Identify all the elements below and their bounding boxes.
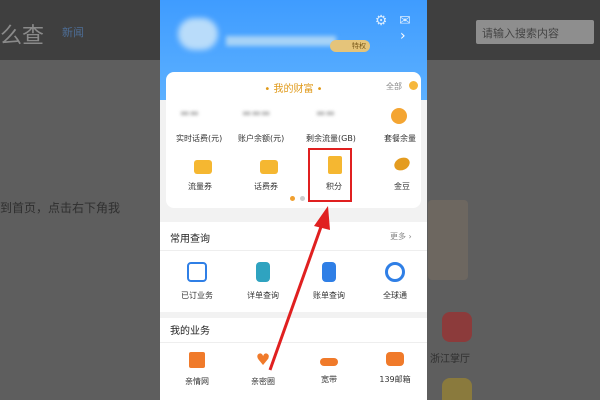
router-icon (320, 358, 338, 366)
heart-icon: ♥ (255, 350, 271, 369)
ticket-icon[interactable] (194, 160, 212, 174)
query-item-global[interactable]: 全球通 (362, 262, 427, 301)
background-app-label: 浙江掌厅 (430, 354, 470, 365)
stat-value-blurred: ▬▬ (316, 108, 335, 119)
stat-label[interactable]: 剩余流量(GB) (306, 133, 356, 144)
query-item-subscribed[interactable]: 已订业务 (164, 262, 230, 301)
my-business-section: 我的业务 亲情网 ♥ 亲密圈 宽带 139邮箱 (160, 318, 427, 400)
details-icon (256, 262, 270, 282)
phone-screen: 特权 ⚙ ✉ › • 我的财富 • 全部 ▬▬ ▬▬▬ ▬▬ 实时话费(元) 账… (160, 0, 427, 400)
query-item-details[interactable]: 详单查询 (230, 262, 296, 301)
query-item-label: 详单查询 (247, 291, 279, 300)
settings-icon[interactable]: ⚙ (372, 12, 390, 30)
business-item-label: 139邮箱 (379, 375, 411, 384)
query-item-label: 账单查询 (313, 291, 345, 300)
stat-value-blurred: ▬▬ (180, 108, 199, 119)
bean-icon[interactable] (392, 155, 412, 173)
business-item-broadband[interactable]: 宽带 (296, 352, 362, 385)
ticket-icon[interactable] (260, 160, 278, 174)
section-title: 常用查询 (170, 234, 210, 245)
business-item-label: 亲密圈 (251, 377, 275, 386)
background-title: 么查 (0, 24, 45, 49)
wealth-card: • 我的财富 • 全部 ▬▬ ▬▬▬ ▬▬ 实时话费(元) 账户余额(元) 剩余… (166, 72, 421, 208)
background-text: 到首页，点击右下角我 (0, 201, 121, 215)
pager-dot (300, 196, 305, 201)
background-app-icon (442, 312, 472, 342)
background-card (428, 200, 468, 280)
more-link[interactable]: 更多 › (390, 231, 412, 242)
divider (160, 342, 427, 343)
background-app-icon-2 (442, 378, 472, 400)
business-item-label: 宽带 (321, 375, 337, 384)
background-subtitle: 新闻 (62, 26, 84, 39)
stat-value-blurred: ▬▬▬ (242, 108, 271, 119)
subscribed-icon (187, 262, 207, 282)
wealth-all-link[interactable]: 全部 (386, 81, 402, 92)
section-title: 我的业务 (170, 326, 210, 337)
business-item-label: 亲情网 (185, 377, 209, 386)
package-icon[interactable] (391, 108, 407, 124)
query-item-label: 全球通 (383, 291, 407, 300)
common-query-section: 常用查询 更多 › 已订业务 详单查询 账单查询 全球通 (160, 222, 427, 312)
query-item-bill[interactable]: 账单查询 (296, 262, 362, 301)
mail-icon (386, 352, 404, 366)
user-name-blurred (226, 36, 336, 46)
pager-dot-active (290, 196, 295, 201)
highlight-box (308, 148, 352, 202)
chevron-right-icon[interactable]: › (400, 28, 406, 44)
stat-label[interactable]: 账户余额(元) (238, 133, 284, 144)
home-icon (189, 352, 205, 368)
wealth-item-label[interactable]: 话费券 (254, 181, 278, 192)
stat-label[interactable]: 套餐余量 (384, 133, 416, 144)
divider (160, 250, 427, 251)
stat-label[interactable]: 实时话费(元) (176, 133, 222, 144)
business-item-circle[interactable]: ♥ 亲密圈 (230, 352, 296, 387)
business-item-mail[interactable]: 139邮箱 (362, 352, 427, 385)
vip-badge[interactable]: 特权 (330, 40, 370, 52)
avatar[interactable] (178, 18, 218, 50)
bill-icon (322, 262, 336, 282)
wealth-title: • 我的财富 • (264, 84, 323, 95)
business-item-family[interactable]: 亲情网 (164, 352, 230, 387)
background-search-input[interactable]: 请输入搜索内容 (476, 20, 594, 44)
query-item-label: 已订业务 (181, 291, 213, 300)
wealth-item-label[interactable]: 流量券 (188, 181, 212, 192)
wealth-item-label[interactable]: 金豆 (394, 181, 410, 192)
global-icon (385, 262, 405, 282)
wealth-dot-icon (409, 81, 418, 90)
